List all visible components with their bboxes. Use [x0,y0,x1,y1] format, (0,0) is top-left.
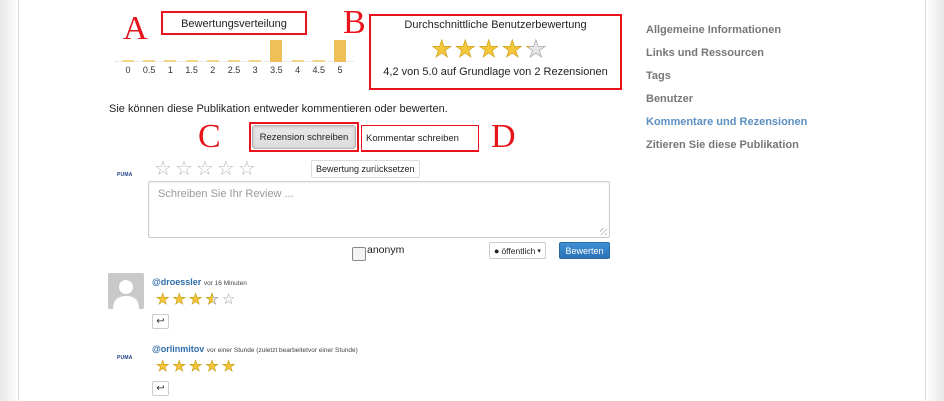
histogram-bar-4 [291,60,304,62]
histogram-bar-2 [206,60,219,62]
review-placeholder: Schreiben Sie Ihr Review ... [158,188,294,200]
histogram-tick-1.5: 1.5 [185,65,198,75]
histogram-tick-0.5: 0.5 [142,65,156,75]
rating-distribution-axis: 0 0.5 1 1.5 2 2.5 3 3.5 4 4.5 5 [115,65,353,77]
anonymous-checkbox[interactable] [352,247,366,261]
page-margin-left [0,0,19,401]
review-1-star-5: ☆ [221,291,237,308]
write-review-button[interactable]: Rezension schreiben [252,125,356,149]
rating-star-1[interactable]: ☆ [154,158,175,180]
histogram-bar-4.5 [312,60,325,62]
review-1-time: vor 16 Minuten [203,280,247,287]
histogram-bar-3.5 [270,40,283,62]
comment-or-rate-prompt: Sie können diese Publikation entweder ko… [109,103,448,115]
resize-grip-icon[interactable] [600,228,607,235]
average-star-3: ★ [478,36,500,63]
average-star-2: ★ [454,36,477,63]
annotation-letter-d: D [491,118,516,155]
histogram-bar-0 [122,60,134,62]
rating-star-4[interactable]: ☆ [217,158,238,180]
histogram-bar-1 [164,60,177,62]
review-textarea[interactable]: Schreiben Sie Ihr Review ... [148,181,610,238]
histogram-bar-3 [249,60,262,62]
avatar[interactable] [108,273,144,309]
review-1-stars: ★★★★★☆ [156,291,238,308]
annotation-letter-c: C [198,118,221,155]
review-1-username[interactable]: @droessler [152,277,201,287]
globe-icon: ● [494,245,500,256]
review-1-star-1: ★ [156,291,171,308]
sidebar-item-4[interactable]: Kommentare und Rezensionen [646,116,807,128]
average-star-4: ★ [501,36,524,63]
review-2-author: @orlinmitov vor einer Stunde (zuletzt be… [152,344,358,354]
default-user-icon [108,273,144,309]
reply-icon: ↩ [156,316,165,327]
histogram-bar-0.5 [143,60,156,62]
review-2-time: vor einer Stunde (zuletzt bearbeitetvor … [206,347,358,354]
rating-star-2[interactable]: ☆ [175,158,196,180]
review-1-author: @droessler vor 16 Minuten [152,277,247,287]
histogram-tick-5: 5 [337,65,343,75]
average-star-5: ★★ [525,36,547,63]
histogram-tick-3.5: 3.5 [270,65,283,75]
average-rating-text: 4,2 von 5.0 auf Grundlage von 2 Rezensio… [383,66,608,78]
puma-logo: PUMA [117,172,133,178]
sidebar-item-0[interactable]: Allgemeine Informationen [646,24,807,36]
histogram-tick-2: 2 [210,65,216,75]
rating-star-3[interactable]: ☆ [196,158,217,180]
histogram-tick-2.5: 2.5 [227,65,241,75]
review-1-star-3: ★ [188,291,204,308]
write-comment-button[interactable]: Kommentar schreiben [362,126,478,150]
review-2-stars: ★ ★ ★ ★ ★ [156,358,238,375]
review-2-star-5: ★ [221,358,237,375]
visibility-dropdown[interactable]: ● öffentlich ▾ [489,242,546,259]
review-2-star-2: ★ [172,358,187,375]
histogram-tick-1: 1 [167,65,173,75]
sidebar-item-1[interactable]: Links und Ressourcen [646,47,807,59]
rating-input-stars[interactable]: ☆☆☆☆☆ [154,156,259,181]
rating-distribution-chart [115,38,353,62]
caret-down-icon: ▾ [537,247,541,255]
average-rating-box: Durchschnittliche Benutzerbewertung ★★★★… [369,14,622,90]
histogram-tick-4.5: 4.5 [312,65,326,75]
puma-logo-2: PUMA [117,355,133,361]
histogram-tick-0: 0 [125,65,131,75]
average-rating-title: Durchschnittliche Benutzerbewertung [404,19,587,31]
histogram-bar-2.5 [228,60,240,62]
review-2-username[interactable]: @orlinmitov [152,344,204,354]
review-2-star-3: ★ [188,358,204,375]
review-1-reply-button[interactable]: ↩ [152,314,169,329]
review-1-star-2: ★ [172,291,187,308]
review-1-star-4: ★★ [205,291,220,308]
reply-icon: ↩ [156,383,165,394]
page-margin-right [925,0,944,401]
review-2-star-1: ★ [156,358,171,375]
sidebar-item-5[interactable]: Zitieren Sie diese Publikation [646,139,807,151]
average-rating-stars: ★★★★★★ [431,36,549,64]
histogram-bar-5 [334,40,346,62]
histogram-tick-4: 4 [295,65,301,75]
review-2-reply-button[interactable]: ↩ [152,381,169,396]
reset-rating-button[interactable]: Bewertung zurücksetzen [311,160,420,178]
rating-distribution-title-box: Bewertungsverteilung [161,11,307,35]
histogram-bar-1.5 [185,60,198,62]
sidebar-item-2[interactable]: Tags [646,70,807,82]
histogram-tick-3: 3 [252,65,258,75]
visibility-label: öffentlich [501,245,536,256]
rating-distribution-title: Bewertungsverteilung [181,18,287,30]
sidebar-nav: Allgemeine Informationen Links und Ressou… [646,24,807,162]
annotation-letter-b: B [343,4,366,41]
average-star-1: ★ [431,36,453,63]
sidebar-item-3[interactable]: Benutzer [646,93,807,105]
submit-rating-button[interactable]: Bewerten [559,242,610,259]
anonymous-label: anonym [367,244,405,256]
review-2-star-4: ★ [205,358,220,375]
rating-star-5[interactable]: ☆ [238,158,259,180]
